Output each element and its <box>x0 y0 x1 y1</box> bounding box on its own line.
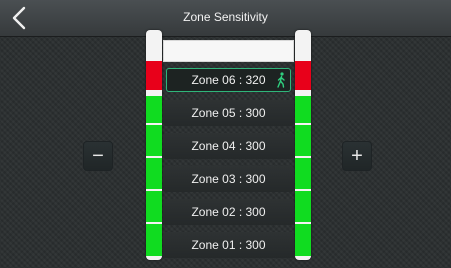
increase-button[interactable]: + <box>342 141 372 171</box>
bar-segment-zone-04 <box>146 125 162 156</box>
walking-person-icon <box>277 72 285 88</box>
minus-icon: − <box>92 145 104 167</box>
left-sensitivity-bar <box>146 30 162 260</box>
bar-segment-zone-03 <box>295 158 311 189</box>
bar-segment-zone-02 <box>146 191 162 222</box>
bar-segment-zone-01 <box>295 224 311 256</box>
title-bar: Zone Sensitivity <box>0 0 451 37</box>
zone-label: Zone 04 : 300 <box>191 139 266 153</box>
bar-segment-zone-05 <box>146 96 162 123</box>
zone-row-01[interactable]: Zone 01 : 300 <box>163 232 294 258</box>
bar-segment-zone-05 <box>295 96 311 123</box>
bar-segment-zone-01 <box>146 224 162 256</box>
zone-label: Zone 03 : 300 <box>191 172 266 186</box>
zone-row-03[interactable]: Zone 03 : 300 <box>163 166 294 192</box>
zone-row-02[interactable]: Zone 02 : 300 <box>163 199 294 225</box>
zone-header-box <box>163 40 294 62</box>
zone-sensitivity-screen: Zone Sensitivity Zone 06 : 320 Zone 05 :… <box>0 0 451 268</box>
zone-row-05[interactable]: Zone 05 : 300 <box>163 100 294 126</box>
zone-label: Zone 06 : 320 <box>191 73 266 87</box>
bar-segment-zone-02 <box>295 191 311 222</box>
zone-label: Zone 02 : 300 <box>191 205 266 219</box>
decrease-button[interactable]: − <box>83 141 113 171</box>
bar-segment-zone-06 <box>295 61 311 90</box>
bar-segment-zone-04 <box>295 125 311 156</box>
plus-icon: + <box>351 145 363 167</box>
bar-segment-zone-06 <box>146 61 162 90</box>
zone-row-06[interactable]: Zone 06 : 320 <box>166 68 291 92</box>
bar-segment-zone-03 <box>146 158 162 189</box>
right-sensitivity-bar <box>295 30 311 260</box>
zone-label: Zone 01 : 300 <box>191 238 266 252</box>
zone-label: Zone 05 : 300 <box>191 106 266 120</box>
page-title: Zone Sensitivity <box>183 10 268 24</box>
zone-row-04[interactable]: Zone 04 : 300 <box>163 133 294 159</box>
